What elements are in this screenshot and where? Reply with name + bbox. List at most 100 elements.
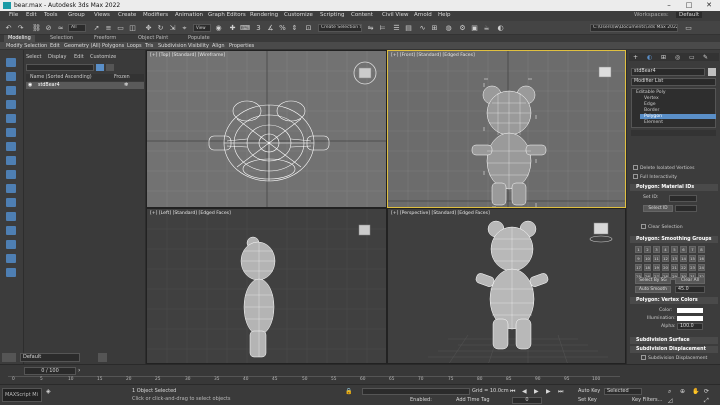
filter-icon[interactable] <box>96 64 104 71</box>
smoothing-groups-rollout[interactable]: Polygon: Smoothing Groups <box>630 236 718 243</box>
full-interactivity-checkbox[interactable]: Full Interactivity <box>633 174 677 180</box>
menu-graph-editors[interactable]: Graph Editors <box>208 12 246 18</box>
viewport-perspective[interactable]: [+] [Perspective] [Standard] [Edged Face… <box>387 208 626 364</box>
filter-toggle-icon[interactable] <box>6 268 16 277</box>
viewport-front[interactable]: [+] [Front] [Standard] [Edged Faces] <box>387 50 626 208</box>
sg-button-5[interactable]: 5 <box>671 246 678 253</box>
sg-button-23[interactable]: 23 <box>689 264 696 271</box>
shapes-filter-icon[interactable] <box>6 114 16 123</box>
material-editor-icon[interactable]: ◍ <box>444 24 453 32</box>
select-tool-icon[interactable] <box>6 58 16 67</box>
scene-menu-customize[interactable]: Customize <box>90 54 116 60</box>
spinner-snap-icon[interactable]: ⇕ <box>290 24 299 32</box>
graphite-toggle-icon[interactable]: ▤ <box>404 24 413 32</box>
ribbon-tris[interactable]: Tris <box>145 42 153 50</box>
edit-named-selection-icon[interactable]: ⊡ <box>304 24 313 32</box>
isolate-icon[interactable]: ◈ <box>46 388 51 395</box>
select-object-icon[interactable]: ➚ <box>92 24 101 32</box>
layer-icon[interactable] <box>2 353 16 362</box>
select-by-sg-button[interactable]: Select By SG <box>635 277 671 284</box>
geometry-filter-icon[interactable] <box>6 100 16 109</box>
placement-icon[interactable]: ⌖ <box>180 24 189 32</box>
auto-key-button[interactable]: Auto Key <box>578 388 600 394</box>
stack-vertex[interactable]: Vertex <box>644 96 659 101</box>
sg-button-4[interactable]: 4 <box>662 246 669 253</box>
object-name-field[interactable]: stdBear4 <box>631 68 705 76</box>
sg-button-20[interactable]: 20 <box>662 264 669 271</box>
stack-editable-poly[interactable]: Editable Poly <box>636 90 666 95</box>
mirror-icon[interactable]: ⇋ <box>366 24 375 32</box>
ribbon-tab-object-paint[interactable]: Object Paint <box>134 35 172 42</box>
scene-column-header[interactable]: Name (Sorted Ascending) Frozen <box>26 74 144 81</box>
helpers-filter-icon[interactable] <box>6 156 16 165</box>
angle-snap-icon[interactable]: ∡ <box>266 24 275 32</box>
viewport-left[interactable]: [+] [Left] [Standard] [Edged Faces] <box>146 208 387 364</box>
scene-menu-edit[interactable]: Edit <box>74 54 84 60</box>
bind-space-warp-icon[interactable]: ≈ <box>56 24 65 32</box>
cameras-filter-icon[interactable] <box>6 142 16 151</box>
selection-filter-dropdown[interactable]: All <box>68 24 86 32</box>
orbit-icon[interactable]: ⟳ <box>704 388 709 395</box>
window-crossing-icon[interactable]: ◫ <box>128 24 137 32</box>
select-manipulate-icon[interactable]: ✚ <box>228 24 237 32</box>
redo-icon[interactable]: ↷ <box>16 24 25 32</box>
ribbon-edit[interactable]: Edit <box>50 42 60 50</box>
pan-icon[interactable]: ✋ <box>692 388 699 395</box>
viewport-perspective-label[interactable]: [+] [Perspective] [Standard] [Edged Face… <box>391 211 490 216</box>
select-id-field[interactable] <box>675 205 697 212</box>
time-slider[interactable]: 0 / 100 <box>24 367 76 375</box>
sg-button-14[interactable]: 14 <box>680 255 687 262</box>
zoom-icon[interactable]: ⌕ <box>668 388 671 396</box>
ribbon-tab-selection[interactable]: Selection <box>46 35 77 42</box>
menu-modifiers[interactable]: Modifiers <box>143 12 168 18</box>
maximize-viewport-icon[interactable]: ⤢ <box>704 397 709 405</box>
display-all-icon[interactable] <box>6 86 16 95</box>
sg-button-15[interactable]: 15 <box>689 255 696 262</box>
menu-file[interactable]: File <box>9 12 18 18</box>
sg-button-22[interactable]: 22 <box>680 264 687 271</box>
alpha-field[interactable]: 100.0 <box>677 323 703 330</box>
create-tab-icon[interactable]: + <box>633 54 638 61</box>
visibility-eye-icon[interactable]: ◉ <box>28 82 32 89</box>
menu-customize[interactable]: Customize <box>284 12 313 18</box>
percent-snap-icon[interactable]: % <box>278 24 287 32</box>
ribbon-visibility[interactable]: Visibility <box>188 42 209 50</box>
minimize-button[interactable]: – <box>662 1 676 10</box>
freeze-icon[interactable]: ❄ <box>124 82 128 89</box>
sg-button-7[interactable]: 7 <box>689 246 696 253</box>
auto-smooth-button[interactable]: Auto Smooth <box>635 286 671 293</box>
schematic-view-icon[interactable]: ⊞ <box>430 24 439 32</box>
sg-button-2[interactable]: 2 <box>644 246 651 253</box>
close-button[interactable]: ✕ <box>702 1 716 10</box>
display-none-icon[interactable] <box>6 72 16 81</box>
ribbon-tab-populate[interactable]: Populate <box>184 35 214 42</box>
arnold-icon[interactable]: ◐ <box>496 24 505 32</box>
render-icon[interactable]: ☕ <box>482 24 491 32</box>
folder-icon[interactable]: ▭ <box>684 24 693 32</box>
sg-button-9[interactable]: 9 <box>635 255 642 262</box>
groups-filter-icon[interactable] <box>6 184 16 193</box>
field-of-view-icon[interactable]: ◿ <box>668 397 673 404</box>
link-icon[interactable]: ⛓ <box>32 24 41 32</box>
ribbon-properties[interactable]: Properties <box>229 42 254 50</box>
project-path-field[interactable]: C:\Users\Iw\Documents\3ds Max 2022 <box>590 24 678 32</box>
menu-scripting[interactable]: Scripting <box>320 12 344 18</box>
containers-filter-icon[interactable] <box>6 226 16 235</box>
keyboard-shortcut-icon[interactable]: ⌨ <box>240 24 250 32</box>
color-swatch[interactable] <box>677 308 703 313</box>
sg-button-13[interactable]: 13 <box>671 255 678 262</box>
sg-button-19[interactable]: 19 <box>653 264 660 271</box>
ribbon-polygons[interactable]: Polygons <box>102 42 124 50</box>
subdivision-displacement-checkbox[interactable]: Subdivision Displacement <box>641 355 707 361</box>
modifier-list-dropdown[interactable]: Modifier List <box>631 78 716 86</box>
stack-element[interactable]: Element <box>644 120 663 125</box>
menu-help[interactable]: Help <box>438 12 451 18</box>
ribbon-loops[interactable]: Loops <box>127 42 142 50</box>
ribbon-align[interactable]: Align <box>212 42 225 50</box>
viewport-left-label[interactable]: [+] [Left] [Standard] [Edged Faces] <box>150 211 231 216</box>
curve-editor-icon[interactable]: ∿ <box>418 24 427 32</box>
sg-button-17[interactable]: 17 <box>635 264 642 271</box>
sync-icon[interactable] <box>106 64 114 71</box>
object-color-swatch[interactable] <box>708 68 716 76</box>
current-frame-field[interactable]: 0 <box>512 397 542 404</box>
